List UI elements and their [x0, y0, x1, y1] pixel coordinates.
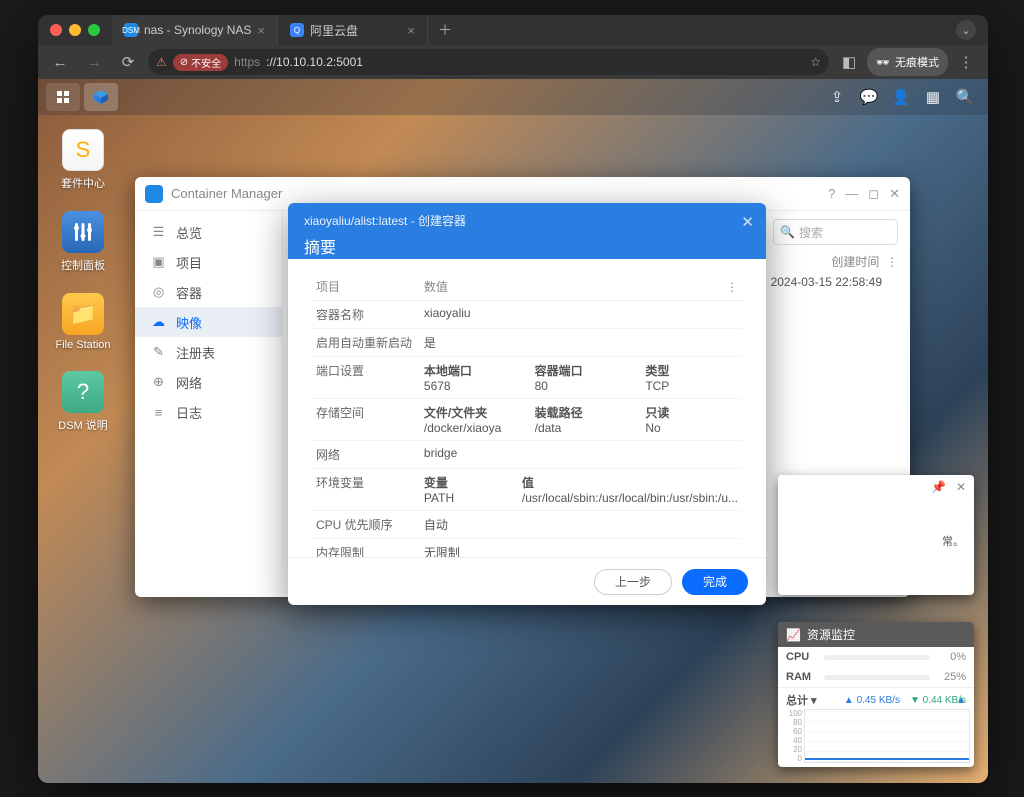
help-icon: ?	[62, 371, 104, 413]
resource-monitor-icon: 📈	[786, 628, 801, 642]
window-close-icon[interactable]	[50, 24, 62, 36]
address-bar[interactable]: ⚠ ⊘不安全 https ://10.10.10.2:5001 ☆	[148, 49, 829, 75]
sidebar-item-network[interactable]: ⊕网络	[135, 367, 282, 397]
user-icon[interactable]: 👤	[886, 83, 916, 111]
not-secure-badge[interactable]: ⊘不安全	[173, 54, 228, 71]
project-icon: ▣	[151, 254, 166, 270]
image-icon: ☁	[151, 314, 166, 330]
url-scheme: https	[234, 55, 260, 69]
container-manager-sidebar: ☰总览 ▣项目 ◎容器 ☁映像 ✎注册表 ⊕网络 ≡日志	[135, 211, 283, 563]
incognito-icon: 🕶	[876, 56, 890, 69]
url-text: ://10.10.10.2:5001	[266, 55, 363, 69]
cpu-row: CPU 0%	[778, 647, 974, 667]
table-menu-icon[interactable]: ⋮	[726, 280, 738, 294]
window-dropdown-icon[interactable]: ⌄	[956, 20, 976, 40]
row-env: 环境变量 变量值 PATH/usr/local/sbin:/usr/local/…	[312, 469, 742, 511]
overview-icon: ☰	[151, 224, 166, 240]
tab-favicon: DSM	[124, 23, 138, 37]
tab-close-icon[interactable]: ×	[257, 23, 265, 38]
modal-close-icon[interactable]: ✕	[741, 213, 754, 231]
desktop-icon-package-center[interactable]: S 套件中心	[48, 129, 118, 191]
nav-fwd-icon[interactable]: →	[80, 48, 108, 76]
create-container-modal: xiaoyaliu/alist:latest - 创建容器 摘要 ✕ 项目数值⋮…	[288, 203, 766, 605]
notify-icon[interactable]: 💬	[854, 83, 884, 111]
search-icon[interactable]: 🔍	[950, 83, 980, 111]
row-volume: 存储空间 文件/文件夹装载路径只读 /docker/xiaoya/dataNo	[312, 399, 742, 441]
upload-icon[interactable]: ⇪	[822, 83, 852, 111]
net-chart: 100 80 60 40 20 0	[778, 709, 974, 767]
incognito-badge[interactable]: 🕶 无痕模式	[867, 48, 948, 76]
network-icon: ⊕	[151, 374, 166, 390]
resource-monitor-title: 资源监控	[807, 626, 855, 643]
pin-icon[interactable]: 📌	[931, 480, 946, 494]
row-cpu: CPU 优先顺序自动	[312, 511, 742, 539]
panel-icon[interactable]: ◧	[835, 48, 863, 76]
row-mem: 内存限制无限制	[312, 539, 742, 558]
dsm-task-container-manager[interactable]	[84, 83, 118, 111]
desktop-icon-control-panel[interactable]: 控制面板	[48, 211, 118, 273]
column-menu-icon[interactable]: ⋮	[886, 255, 898, 269]
sidebar-item-registry[interactable]: ✎注册表	[135, 337, 282, 367]
container-icon: ◎	[151, 284, 166, 300]
notification-text: 常。	[942, 533, 964, 549]
row-port: 端口设置 本地端口容器端口类型 567880TCP	[312, 357, 742, 399]
modal-title: 摘要	[304, 234, 750, 258]
log-icon: ≡	[151, 405, 166, 420]
sidebar-item-overview[interactable]: ☰总览	[135, 217, 282, 247]
nav-reload-icon[interactable]: ⟳	[114, 48, 142, 76]
sidebar-item-image[interactable]: ☁映像	[135, 307, 282, 337]
window-help-icon[interactable]: ?	[828, 186, 835, 202]
window-minimize-icon[interactable]	[69, 24, 81, 36]
row-auto-restart: 启用自动重新启动是	[312, 329, 742, 357]
summary-table: 项目数值⋮ 容器名称xiaoyaliu 启用自动重新启动是 端口设置 本地端口容…	[312, 273, 742, 557]
control-panel-icon	[62, 211, 104, 253]
registry-icon: ✎	[151, 344, 166, 360]
bookmark-icon[interactable]: ☆	[810, 55, 821, 69]
modal-breadcrumb: xiaoyaliu/alist:latest - 创建容器	[304, 212, 750, 229]
desktop-icon-dsm-help[interactable]: ? DSM 说明	[48, 371, 118, 433]
window-title: Container Manager	[171, 186, 282, 201]
tab-favicon: Q	[290, 23, 304, 37]
package-center-icon: S	[62, 129, 104, 171]
desktop-icon-file-station[interactable]: 📁 File Station	[48, 293, 118, 351]
widgets-icon[interactable]: ▦	[918, 83, 948, 111]
window-close-icon[interactable]: ✕	[889, 186, 900, 202]
sidebar-item-log[interactable]: ≡日志	[135, 397, 282, 427]
sidebar-item-container[interactable]: ◎容器	[135, 277, 282, 307]
window-zoom-icon[interactable]	[88, 24, 100, 36]
net-upload: ▲ 0.45 KB/s	[844, 695, 900, 706]
browser-menu-icon[interactable]: ⋮	[952, 48, 980, 76]
resource-monitor-widget: 📈 资源监控 CPU 0% RAM 25% 总计 ▾ ▲ ▲ 0.45 KB/s	[778, 622, 974, 767]
row-network: 网络bridge	[312, 441, 742, 469]
new-tab-button[interactable]: ＋	[428, 15, 462, 45]
prev-button[interactable]: 上一步	[594, 569, 672, 595]
browser-tab-2[interactable]: Q 阿里云盘 ×	[278, 15, 428, 45]
sidebar-item-project[interactable]: ▣项目	[135, 247, 282, 277]
tab-close-icon[interactable]: ×	[407, 23, 415, 38]
tab-label: nas - Synology NAS	[144, 23, 251, 37]
column-created-time[interactable]: 创建时间 ⋮	[831, 253, 898, 270]
image-search-input[interactable]: 🔍 搜索	[773, 219, 898, 245]
window-minimize-icon[interactable]: —	[845, 186, 858, 202]
image-created-time: 2024-03-15 22:58:49	[771, 275, 882, 289]
done-button[interactable]: 完成	[682, 569, 748, 595]
notification-panel: 📌 ✕ 常。	[778, 475, 974, 595]
container-manager-icon	[145, 185, 163, 203]
close-icon[interactable]: ✕	[956, 480, 966, 494]
nav-back-icon[interactable]: ←	[46, 48, 74, 76]
file-station-icon: 📁	[62, 293, 104, 335]
net-total-dropdown[interactable]: 总计 ▾	[786, 692, 817, 708]
dsm-mainmenu-button[interactable]	[46, 83, 80, 111]
search-icon: 🔍	[780, 225, 795, 239]
window-maximize-icon[interactable]: ◻	[868, 186, 879, 202]
site-info-icon[interactable]: ⚠	[156, 55, 167, 69]
row-container-name: 容器名称xiaoyaliu	[312, 301, 742, 329]
tab-label: 阿里云盘	[310, 22, 358, 39]
browser-tab-1[interactable]: DSM nas - Synology NAS ×	[112, 15, 278, 45]
ram-row: RAM 25%	[778, 667, 974, 687]
net-download: ▼ 0.44 KB/s	[910, 695, 966, 706]
